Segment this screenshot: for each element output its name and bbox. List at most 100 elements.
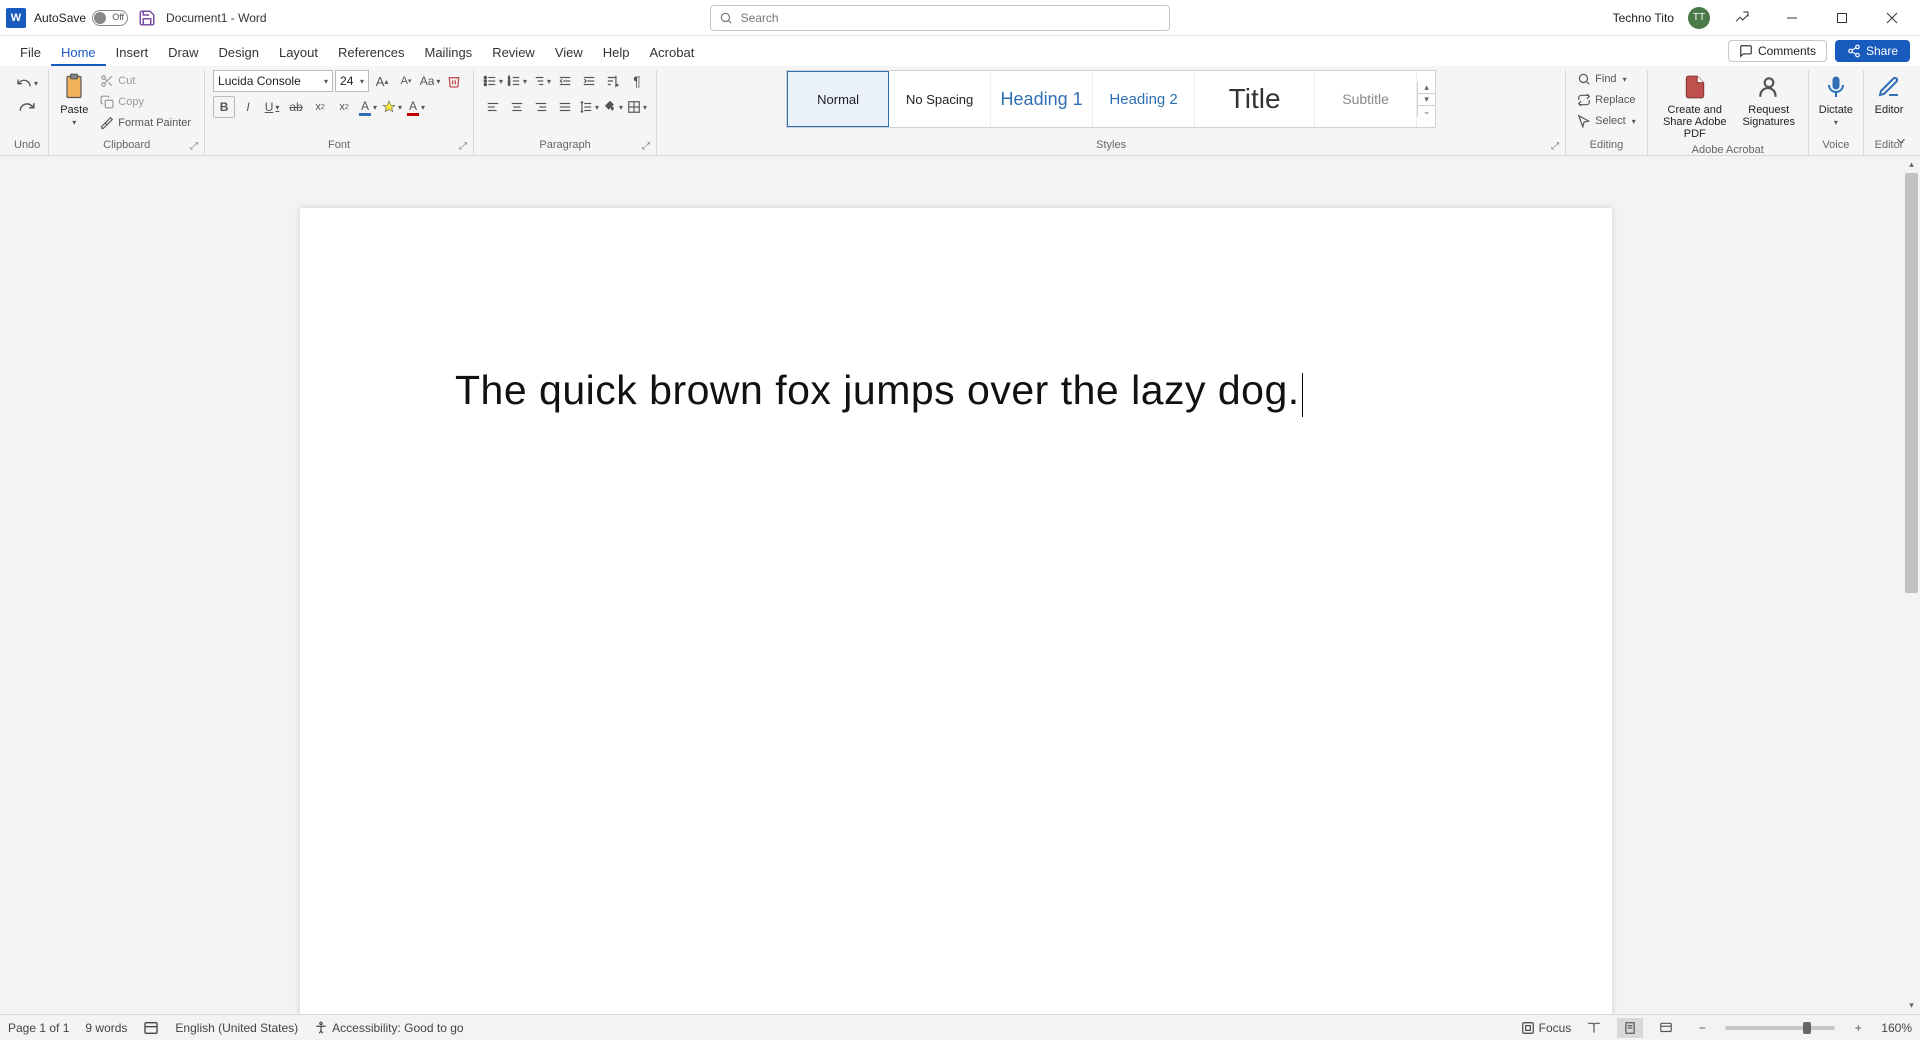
align-right-button[interactable] <box>530 96 552 118</box>
document-title[interactable]: Document1 - Word <box>166 11 267 25</box>
close-button[interactable] <box>1874 4 1910 32</box>
format-painter-button[interactable]: Format Painter <box>97 114 194 132</box>
decrease-indent-button[interactable] <box>554 70 576 92</box>
paragraph-dialog-launcher[interactable]: ⤢ <box>642 141 654 153</box>
accessibility-status[interactable]: Accessibility: Good to go <box>314 1021 463 1035</box>
scroll-down-button[interactable]: ▾ <box>1903 997 1920 1014</box>
numbering-button[interactable]: 123 <box>506 70 528 92</box>
highlight-button[interactable] <box>381 96 403 118</box>
zoom-in-button[interactable]: + <box>1845 1018 1871 1038</box>
grow-font-button[interactable]: A▴ <box>371 70 393 92</box>
shrink-font-button[interactable]: A▾ <box>395 70 417 92</box>
collapse-ribbon-button[interactable] <box>1894 134 1912 152</box>
document-body[interactable]: The quick brown fox jumps over the lazy … <box>300 208 1612 577</box>
redo-button[interactable] <box>16 96 38 118</box>
bullets-button[interactable] <box>482 70 504 92</box>
comments-button[interactable]: Comments <box>1728 40 1827 62</box>
line-spacing-button[interactable] <box>578 96 600 118</box>
tab-acrobat[interactable]: Acrobat <box>640 41 705 66</box>
print-layout-button[interactable] <box>1617 1018 1643 1038</box>
dictate-button[interactable]: Dictate ▾ <box>1817 70 1855 129</box>
styles-scroll-down[interactable]: ▾ <box>1418 94 1435 106</box>
font-name-combo[interactable]: Lucida Console▾ <box>213 70 333 92</box>
tab-file[interactable]: File <box>10 41 51 66</box>
autosave-switch[interactable]: Off <box>92 10 128 26</box>
ribbon-mode-icon[interactable] <box>1724 4 1760 32</box>
styles-dialog-launcher[interactable]: ⤢ <box>1551 141 1563 153</box>
read-mode-button[interactable] <box>1581 1018 1607 1038</box>
style-heading-2[interactable]: Heading 2 <box>1093 71 1195 127</box>
multilevel-list-button[interactable] <box>530 70 552 92</box>
style-no-spacing[interactable]: No Spacing <box>889 71 991 127</box>
bold-button[interactable]: B <box>213 96 235 118</box>
styles-scroll-up[interactable]: ▴ <box>1418 82 1435 94</box>
user-name[interactable]: Techno Tito <box>1613 11 1674 25</box>
style-subtitle[interactable]: Subtitle <box>1315 71 1417 127</box>
vertical-scrollbar[interactable]: ▴ ▾ <box>1903 156 1920 1014</box>
increase-indent-button[interactable] <box>578 70 600 92</box>
replace-button[interactable]: Replace <box>1574 91 1638 109</box>
change-case-button[interactable]: Aa <box>419 70 441 92</box>
shading-button[interactable] <box>602 96 624 118</box>
tab-home[interactable]: Home <box>51 41 106 66</box>
superscript-button[interactable]: x2 <box>333 96 355 118</box>
save-icon[interactable] <box>138 9 156 27</box>
language-indicator[interactable]: English (United States) <box>175 1021 298 1035</box>
focus-mode-button[interactable]: Focus <box>1521 1021 1572 1035</box>
scroll-track[interactable] <box>1903 173 1920 997</box>
tab-insert[interactable]: Insert <box>106 41 159 66</box>
strikethrough-button[interactable]: ab <box>285 96 307 118</box>
tab-references[interactable]: References <box>328 41 414 66</box>
paste-button[interactable]: Paste ▾ <box>57 70 91 129</box>
styles-expand[interactable]: ⌄ <box>1418 106 1435 117</box>
borders-button[interactable] <box>626 96 648 118</box>
word-count[interactable]: 9 words <box>85 1021 127 1035</box>
font-color-red-button[interactable]: A <box>405 96 427 118</box>
scroll-up-button[interactable]: ▴ <box>1903 156 1920 173</box>
font-size-combo[interactable]: 24▾ <box>335 70 369 92</box>
user-avatar[interactable]: TT <box>1688 7 1710 29</box>
style-normal[interactable]: Normal <box>787 71 889 127</box>
clear-formatting-button[interactable] <box>443 70 465 92</box>
clipboard-dialog-launcher[interactable]: ⤢ <box>190 141 202 153</box>
request-signatures-button[interactable]: Request Signatures <box>1738 70 1800 130</box>
search-box[interactable]: Search <box>710 5 1170 31</box>
font-color-button[interactable]: A <box>357 96 379 118</box>
share-button[interactable]: Share <box>1835 40 1910 62</box>
tab-help[interactable]: Help <box>593 41 640 66</box>
align-left-button[interactable] <box>482 96 504 118</box>
font-dialog-launcher[interactable]: ⤢ <box>459 141 471 153</box>
tab-layout[interactable]: Layout <box>269 41 328 66</box>
justify-button[interactable] <box>554 96 576 118</box>
minimize-button[interactable] <box>1774 4 1810 32</box>
sort-button[interactable] <box>602 70 624 92</box>
find-button[interactable]: Find <box>1574 70 1629 88</box>
style-title[interactable]: Title <box>1195 71 1315 127</box>
autosave-toggle[interactable]: AutoSave Off <box>34 10 128 26</box>
maximize-button[interactable] <box>1824 4 1860 32</box>
tab-design[interactable]: Design <box>209 41 269 66</box>
style-heading-1[interactable]: Heading 1 <box>991 71 1093 127</box>
zoom-slider-thumb[interactable] <box>1803 1022 1811 1034</box>
select-button[interactable]: Select <box>1574 112 1639 130</box>
underline-button[interactable]: U <box>261 96 283 118</box>
tab-review[interactable]: Review <box>482 41 545 66</box>
page-indicator[interactable]: Page 1 of 1 <box>8 1021 69 1035</box>
tab-view[interactable]: View <box>545 41 593 66</box>
cut-button[interactable]: Cut <box>97 72 138 90</box>
undo-button[interactable] <box>16 72 38 94</box>
align-center-button[interactable] <box>506 96 528 118</box>
page[interactable]: The quick brown fox jumps over the lazy … <box>300 208 1612 1014</box>
create-share-pdf-button[interactable]: Create and Share Adobe PDF <box>1656 70 1734 142</box>
tab-draw[interactable]: Draw <box>158 41 208 66</box>
zoom-level[interactable]: 160% <box>1881 1021 1912 1035</box>
copy-button[interactable]: Copy <box>97 93 147 111</box>
editor-button[interactable]: Editor <box>1872 70 1906 118</box>
show-marks-button[interactable]: ¶ <box>626 70 648 92</box>
zoom-slider[interactable] <box>1725 1026 1835 1030</box>
spellcheck-icon[interactable] <box>143 1020 159 1036</box>
tab-mailings[interactable]: Mailings <box>415 41 483 66</box>
scroll-thumb[interactable] <box>1905 173 1918 593</box>
zoom-out-button[interactable]: − <box>1689 1018 1715 1038</box>
italic-button[interactable]: I <box>237 96 259 118</box>
